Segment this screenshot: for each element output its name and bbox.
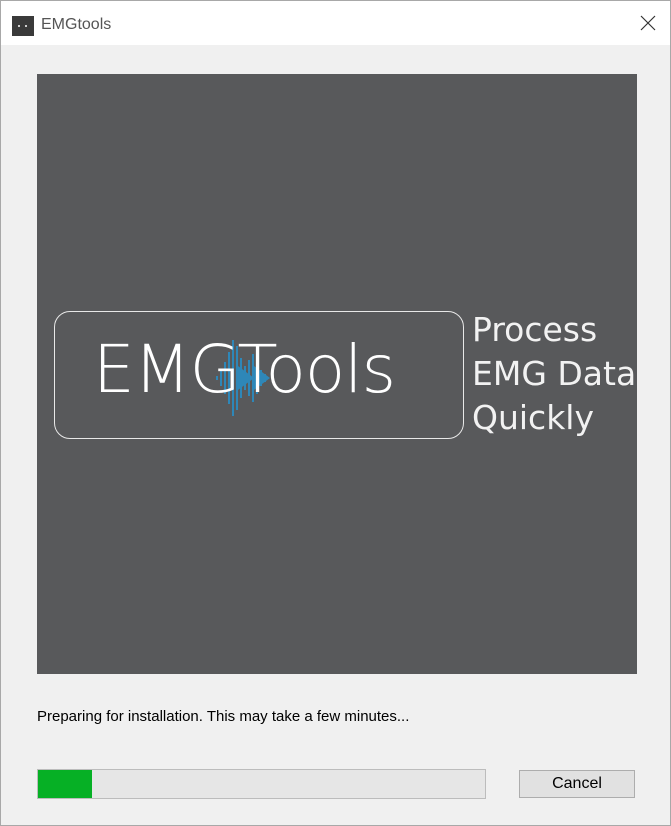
title-bar[interactable]: EMGtools — [1, 1, 670, 45]
splash-banner: EMGTools Process EMG Data Quickly — [37, 74, 637, 674]
progress-fill — [38, 770, 92, 798]
logo-frame: EMGTools — [54, 311, 464, 439]
app-icon — [12, 16, 34, 36]
tagline: Process EMG Data Quickly — [472, 308, 636, 440]
tagline-line-2: EMG Data — [472, 354, 637, 393]
logo-text: EMGTools — [93, 331, 396, 408]
progress-bar — [37, 769, 486, 799]
cancel-button[interactable]: Cancel — [519, 770, 635, 798]
tagline-line-3: Quickly — [472, 398, 595, 437]
status-message: Preparing for installation. This may tak… — [37, 708, 410, 725]
close-button[interactable] — [626, 1, 670, 45]
close-icon — [640, 15, 656, 31]
tagline-line-1: Process — [472, 310, 598, 349]
window-title: EMGtools — [41, 16, 112, 33]
installer-window: EMGtools EMGTools Process EMG Data Quick… — [0, 0, 671, 826]
